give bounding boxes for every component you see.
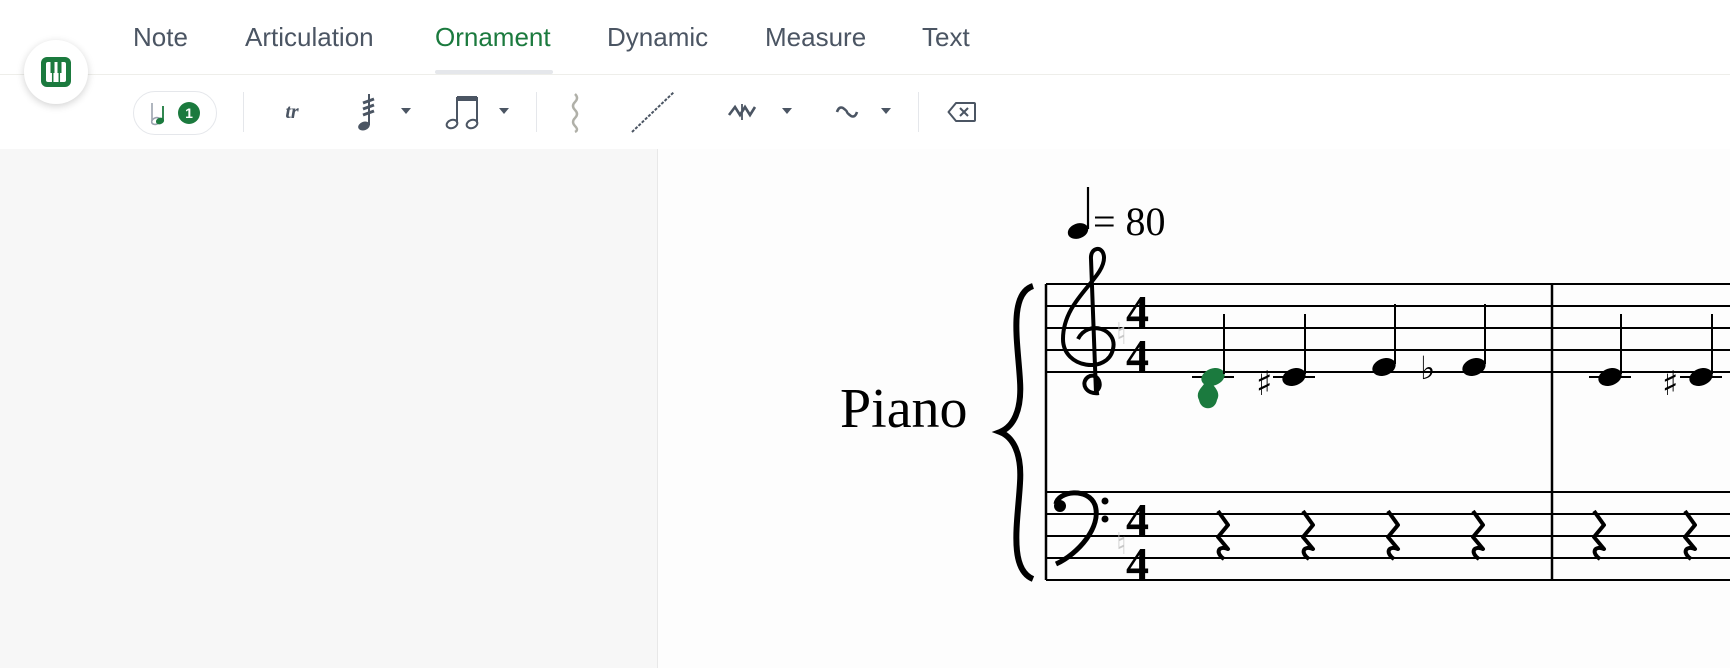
trill-icon: tr	[285, 100, 299, 123]
tremolo-icon	[358, 94, 375, 131]
sharp-icon: ♯	[1256, 364, 1272, 404]
tempo-value: = 80	[1093, 199, 1166, 244]
flat-icon: ♭	[1420, 349, 1435, 387]
note-c[interactable]	[1589, 314, 1631, 389]
grand-staff-brace	[991, 283, 1035, 582]
mordent-button[interactable]	[726, 98, 758, 126]
note-selection-icon	[150, 103, 165, 126]
tremolo-button[interactable]	[350, 90, 380, 134]
tempo-note-icon	[1067, 223, 1089, 239]
instrument-label: Piano	[840, 378, 968, 440]
two-note-tremolo-button[interactable]	[443, 90, 483, 134]
backspace-icon	[947, 102, 976, 122]
toolbar-divider	[536, 92, 537, 132]
tab-bar: Note Articulation Ornament Dynamic Measu…	[0, 0, 1730, 74]
arpeggio-icon	[571, 93, 579, 133]
bass-clef-icon	[1053, 490, 1109, 567]
top-header: Note Articulation Ornament Dynamic Measu…	[0, 0, 1730, 149]
sharp-icon: ♯	[1662, 364, 1678, 404]
piano-menu-button[interactable]	[24, 40, 88, 104]
tabs-divider	[0, 74, 1730, 75]
selected-count-badge: 1	[178, 102, 200, 124]
tab-dynamic[interactable]: Dynamic	[607, 19, 708, 55]
selected-note[interactable]	[1192, 314, 1234, 389]
two-note-tremolo-dropdown-icon[interactable]	[499, 108, 509, 114]
tab-text[interactable]: Text	[922, 19, 970, 55]
score-canvas[interactable]: = 80 Piano ♮ ♮ 4 4 4 4 ♯ ♭ ♯	[658, 149, 1730, 668]
tremolo-dropdown-icon[interactable]	[401, 108, 411, 114]
mordent-dropdown-icon[interactable]	[782, 108, 792, 114]
two-note-tremolo-icon	[445, 96, 479, 130]
note-d[interactable]	[1370, 304, 1398, 379]
score-sheet: = 80 Piano ♮ ♮ 4 4 4 4 ♯ ♭ ♯	[840, 187, 1730, 589]
bass-time-bottom: 4	[1126, 538, 1149, 589]
delete-ornament-button[interactable]	[944, 96, 980, 128]
toolbar-divider	[243, 92, 244, 132]
arpeggio-button[interactable]	[562, 90, 588, 134]
tab-ornament[interactable]: Ornament	[435, 19, 551, 55]
note-d-flat[interactable]: ♭	[1420, 304, 1488, 387]
tab-articulation[interactable]: Articulation	[245, 19, 374, 55]
selected-notes-pill[interactable]: 1	[133, 91, 217, 135]
tab-note[interactable]: Note	[133, 19, 188, 55]
glissando-icon	[631, 91, 675, 133]
tab-measure[interactable]: Measure	[765, 19, 866, 55]
mordent-icon	[727, 104, 757, 120]
turn-button[interactable]	[832, 98, 862, 126]
piano-keys-icon	[41, 57, 71, 87]
treble-time-bottom: 4	[1126, 330, 1149, 381]
left-panel	[0, 149, 657, 668]
turn-dropdown-icon[interactable]	[881, 108, 891, 114]
turn-icon	[835, 106, 859, 118]
toolbar-divider	[918, 92, 919, 132]
tempo-marking: = 80	[1067, 187, 1166, 244]
trill-button[interactable]: tr	[272, 94, 312, 130]
glissando-button[interactable]	[628, 88, 678, 136]
